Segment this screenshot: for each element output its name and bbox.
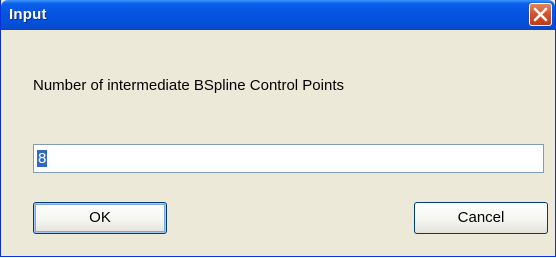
close-x-icon (533, 7, 548, 22)
dialog-title: Input (9, 6, 47, 23)
cancel-button[interactable]: Cancel (414, 202, 548, 234)
value-input[interactable]: 8 (33, 144, 544, 173)
title-bar[interactable]: Input (1, 0, 555, 30)
ok-button[interactable]: OK (33, 202, 167, 234)
selected-value-text: 8 (37, 150, 48, 167)
prompt-label: Number of intermediate BSpline Control P… (33, 77, 344, 94)
input-dialog: Input Number of intermediate BSpline Con… (0, 0, 556, 257)
close-button[interactable] (529, 3, 552, 26)
